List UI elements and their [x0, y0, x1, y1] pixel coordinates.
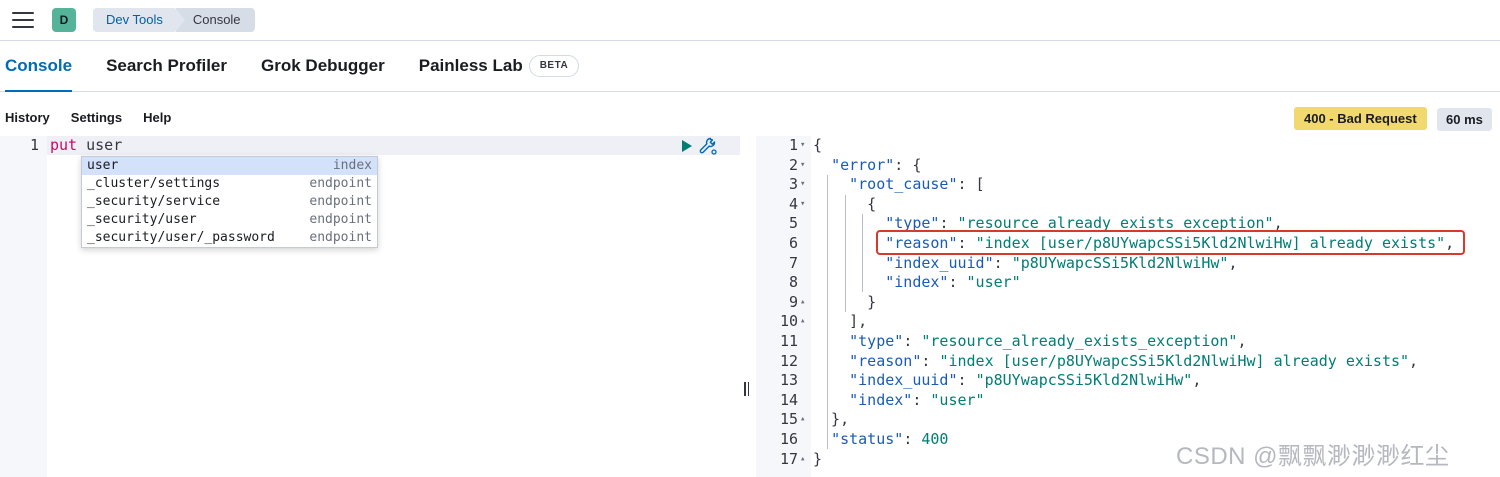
tab-console[interactable]: Console — [5, 41, 73, 92]
autocomplete-item-type: index — [332, 158, 372, 173]
response-line-number: 5 — [788, 214, 798, 233]
response-line-number: 17 — [779, 449, 798, 468]
response-code-line: "reason": "index [user/p8UYwapcSSi5Kld2N… — [849, 351, 1419, 370]
tab-search-profiler-label: Search Profiler — [106, 56, 228, 75]
autocomplete-item-name: _security/service — [87, 194, 221, 209]
request-editor[interactable]: 1 put user user index _cluster/settings en… — [0, 136, 740, 477]
active-line-highlight — [47, 136, 740, 155]
response-line-number: 9 — [788, 292, 798, 311]
hamburger-menu-icon[interactable] — [12, 12, 34, 28]
play-icon[interactable] — [682, 140, 692, 152]
tab-painless-lab[interactable]: Painless Lab BETA — [418, 41, 580, 91]
breadcrumb-dev-tools[interactable]: Dev Tools — [93, 8, 185, 32]
tab-grok-debugger-label: Grok Debugger — [261, 56, 385, 75]
autocomplete-item-type: endpoint — [309, 230, 372, 245]
tab-grok-debugger[interactable]: Grok Debugger — [261, 41, 385, 91]
response-line-number: 10 — [779, 312, 798, 331]
response-line-number: 11 — [779, 332, 798, 350]
response-line-number: 7 — [788, 253, 798, 272]
autocomplete-item-type: endpoint — [309, 194, 372, 209]
tab-painless-lab-label: Painless Lab — [418, 56, 523, 75]
request-url: user — [86, 136, 123, 154]
breadcrumb: Dev Tools Console — [93, 8, 255, 32]
response-line-number: 13 — [779, 371, 798, 390]
response-line-number: 1 — [788, 136, 798, 154]
fold-collapse-icon[interactable]: ▾ — [800, 136, 810, 156]
autocomplete-item-name: _security/user — [87, 212, 197, 227]
breadcrumb-console: Console — [175, 8, 255, 32]
response-code-line: { — [813, 194, 877, 213]
response-code-line: ], — [813, 312, 868, 331]
fold-expand-icon[interactable]: ▴ — [800, 312, 810, 332]
response-line-number: 4 — [788, 194, 798, 213]
autocomplete-item[interactable]: user index — [82, 157, 377, 175]
beta-badge: BETA — [528, 55, 580, 77]
response-line-number: 2 — [788, 155, 798, 174]
autocomplete-item-name: user — [87, 158, 119, 173]
status-badge: 400 - Bad Request — [1294, 107, 1427, 130]
fold-expand-icon[interactable]: ▴ — [800, 293, 810, 313]
response-code-line: { — [813, 136, 823, 154]
tab-console-label: Console — [5, 56, 73, 75]
response-code-line: "index": "user" — [885, 273, 1021, 292]
response-code-line: "error": { — [831, 155, 922, 174]
console-toolbar: History Settings Help 400 - Bad Request … — [0, 106, 1500, 132]
autocomplete-item[interactable]: _security/user endpoint — [82, 211, 377, 229]
tab-search-profiler[interactable]: Search Profiler — [106, 41, 227, 91]
fold-collapse-icon[interactable]: ▾ — [800, 195, 810, 215]
request-method: put — [50, 136, 78, 154]
response-line-number: 8 — [788, 273, 798, 292]
response-code-line: }, — [813, 410, 850, 429]
response-code-line: "type": "resource_already_exists_excepti… — [849, 332, 1247, 350]
response-line-number: 3 — [788, 175, 798, 194]
autocomplete-item[interactable]: _security/user/_password endpoint — [82, 229, 377, 247]
autocomplete-item-type: endpoint — [309, 176, 372, 191]
request-line[interactable]: put user — [50, 136, 122, 155]
dev-tools-tabs: Console Search Profiler Grok Debugger Pa… — [0, 42, 1500, 92]
response-code-line: "root_cause": [ — [849, 175, 985, 194]
response-line-number: 12 — [779, 351, 798, 370]
response-code-line: } — [813, 292, 877, 311]
error-reason-highlight — [876, 230, 1465, 255]
wrench-icon[interactable] — [699, 137, 717, 155]
fold-expand-icon[interactable]: ▴ — [800, 450, 810, 470]
autocomplete-item-name: _cluster/settings — [87, 176, 221, 191]
autocomplete-item-name: _security/user/_password — [87, 230, 275, 245]
request-gutter: 1 — [0, 136, 47, 477]
watermark: CSDN @飘飘渺渺渺红尘 — [1176, 443, 1450, 470]
space-avatar[interactable]: D — [52, 8, 76, 32]
response-line-number: 6 — [788, 234, 798, 252]
response-code-line: "index_uuid": "p8UYwapcSSi5Kld2NlwiHw", — [849, 371, 1202, 390]
response-line-number: 15 — [779, 410, 798, 429]
response-code-line: "status": 400 — [831, 430, 949, 448]
response-editor: 1 ▾{2 ▾ "error": {3 ▾ "root_cause": [4 ▾ {5 … — [756, 136, 1500, 477]
history-link[interactable]: History — [5, 110, 50, 125]
response-code-line: } — [813, 449, 823, 468]
settings-link[interactable]: Settings — [71, 110, 122, 125]
response-code-line: "index": "user" — [849, 390, 985, 409]
request-time-badge: 60 ms — [1437, 108, 1492, 131]
autocomplete-item-type: endpoint — [309, 212, 372, 227]
response-code-line: "index_uuid": "p8UYwapcSSi5Kld2NlwiHw", — [885, 253, 1238, 272]
autocomplete-item[interactable]: _cluster/settings endpoint — [82, 175, 377, 193]
fold-expand-icon[interactable]: ▴ — [800, 410, 810, 430]
top-header: D Dev Tools Console — [0, 0, 1500, 41]
autocomplete-popup: user index _cluster/settings endpoint _sec… — [81, 156, 378, 248]
request-line-number: 1 — [29, 136, 39, 154]
fold-collapse-icon[interactable]: ▾ — [800, 175, 810, 195]
autocomplete-item[interactable]: _security/service endpoint — [82, 193, 377, 211]
fold-collapse-icon[interactable]: ▾ — [800, 156, 810, 176]
response-line-number: 16 — [779, 430, 798, 448]
panel-resize-handle[interactable] — [744, 382, 750, 396]
help-link[interactable]: Help — [143, 110, 171, 125]
response-line-number: 14 — [779, 390, 798, 409]
